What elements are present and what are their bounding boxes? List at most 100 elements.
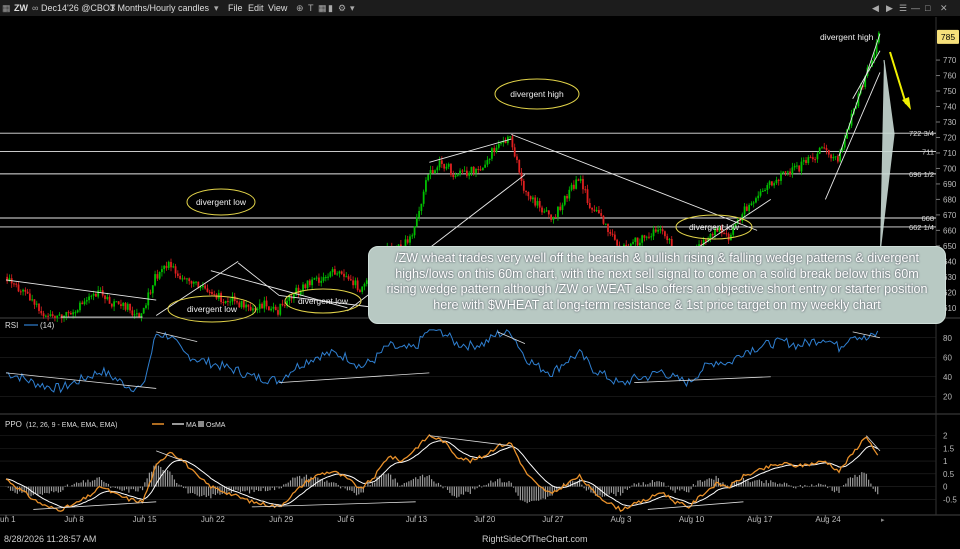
candle-body bbox=[525, 190, 527, 193]
candle-body bbox=[124, 302, 127, 310]
candle-body bbox=[329, 272, 332, 277]
candle-body bbox=[479, 169, 482, 171]
candle-body bbox=[13, 283, 15, 285]
candle-body bbox=[775, 179, 778, 184]
candle-body bbox=[786, 171, 789, 173]
candle-body bbox=[115, 301, 118, 303]
rsi-y-tick-label: 20 bbox=[943, 392, 952, 401]
candle-body bbox=[584, 189, 587, 191]
candle-body bbox=[247, 304, 250, 307]
candle-body bbox=[165, 265, 168, 268]
ppo-title: PPO bbox=[5, 420, 22, 429]
candle-body bbox=[595, 210, 598, 212]
price-y-tick-label: 720 bbox=[943, 133, 957, 142]
candle-body bbox=[229, 301, 232, 303]
candle-body bbox=[92, 293, 95, 296]
candle-body bbox=[58, 314, 61, 316]
candle-body bbox=[181, 278, 184, 280]
candle-body bbox=[208, 291, 211, 293]
candle-body bbox=[340, 271, 343, 274]
candle-body bbox=[807, 157, 810, 164]
candle-body bbox=[513, 147, 516, 157]
candle-body bbox=[406, 239, 409, 243]
candle-body bbox=[654, 229, 657, 232]
candle-body bbox=[347, 276, 350, 280]
candle-body bbox=[472, 166, 475, 174]
candle-body bbox=[764, 189, 766, 191]
candle-body bbox=[811, 157, 814, 160]
candle-body bbox=[26, 291, 29, 294]
candle-body bbox=[821, 147, 823, 149]
candle-body bbox=[272, 306, 275, 309]
candle-body bbox=[773, 183, 776, 186]
candle-body bbox=[534, 197, 537, 206]
ppo-y-tick-label: 1 bbox=[943, 457, 948, 466]
price-y-tick-label: 710 bbox=[943, 149, 957, 158]
candle-body bbox=[643, 235, 646, 238]
rsi-y-tick-label: 80 bbox=[943, 334, 952, 343]
candle-body bbox=[759, 191, 762, 196]
candle-body bbox=[333, 269, 336, 275]
candle-body bbox=[95, 293, 97, 297]
divergence-label: divergent high bbox=[510, 89, 564, 99]
candle-body bbox=[249, 306, 252, 311]
candle-body bbox=[659, 229, 662, 231]
candle-body bbox=[572, 184, 575, 189]
candle-body bbox=[588, 202, 591, 208]
candle-body bbox=[163, 265, 166, 270]
candle-body bbox=[315, 277, 318, 279]
candle-body bbox=[174, 266, 177, 274]
x-tick-label: Jul 27 bbox=[542, 515, 564, 524]
x-tick-label: Aug 10 bbox=[679, 515, 705, 524]
candle-body bbox=[277, 310, 279, 315]
candle-body bbox=[723, 233, 725, 235]
candle-body bbox=[85, 300, 88, 302]
candle-body bbox=[484, 164, 487, 168]
candle-body bbox=[755, 198, 757, 203]
divergence-label: divergent high bbox=[820, 32, 874, 42]
rsi-y-tick-label: 60 bbox=[943, 353, 952, 362]
rsi-params: (14) bbox=[40, 321, 55, 330]
candle-body bbox=[320, 280, 323, 283]
ppo-legend-ma: MA bbox=[186, 422, 197, 429]
candle-body bbox=[541, 207, 543, 213]
candle-body bbox=[31, 299, 34, 301]
candle-body bbox=[192, 282, 195, 284]
candle-body bbox=[6, 276, 9, 282]
candle-body bbox=[636, 237, 639, 246]
price-y-tick-label: 670 bbox=[943, 211, 957, 220]
price-y-tick-label: 700 bbox=[943, 164, 957, 173]
candle-body bbox=[267, 306, 270, 311]
candle-body bbox=[47, 315, 50, 317]
candle-body bbox=[240, 300, 243, 308]
candle-body bbox=[343, 273, 345, 277]
candle-body bbox=[796, 165, 798, 167]
candle-body bbox=[318, 277, 320, 283]
candle-body bbox=[213, 294, 216, 296]
candle-body bbox=[145, 305, 147, 308]
candle-body bbox=[818, 147, 821, 154]
candle-body bbox=[782, 171, 785, 174]
candle-body bbox=[784, 171, 787, 173]
candle-body bbox=[463, 170, 466, 172]
candle-body bbox=[768, 181, 771, 186]
x-tick-label: Aug 3 bbox=[611, 515, 632, 524]
candle-body bbox=[577, 179, 580, 181]
candle-body bbox=[641, 235, 644, 243]
candle-body bbox=[233, 296, 236, 302]
candle-body bbox=[486, 159, 489, 165]
candle-body bbox=[338, 271, 341, 274]
candle-body bbox=[709, 234, 712, 239]
candle-body bbox=[607, 223, 609, 232]
ppo-legend-osma: OsMA bbox=[206, 422, 226, 429]
x-tick-label: Jul 13 bbox=[406, 515, 428, 524]
candle-body bbox=[830, 154, 832, 159]
candle-body bbox=[256, 308, 259, 310]
ppo-y-tick-label: -0.5 bbox=[943, 495, 957, 504]
candle-body bbox=[604, 223, 607, 225]
divergence-label: divergent low bbox=[298, 296, 349, 306]
candle-body bbox=[836, 156, 839, 162]
footer-site: RightSideOfTheChart.com bbox=[482, 534, 588, 544]
candle-body bbox=[236, 301, 238, 303]
candle-body bbox=[638, 242, 641, 246]
